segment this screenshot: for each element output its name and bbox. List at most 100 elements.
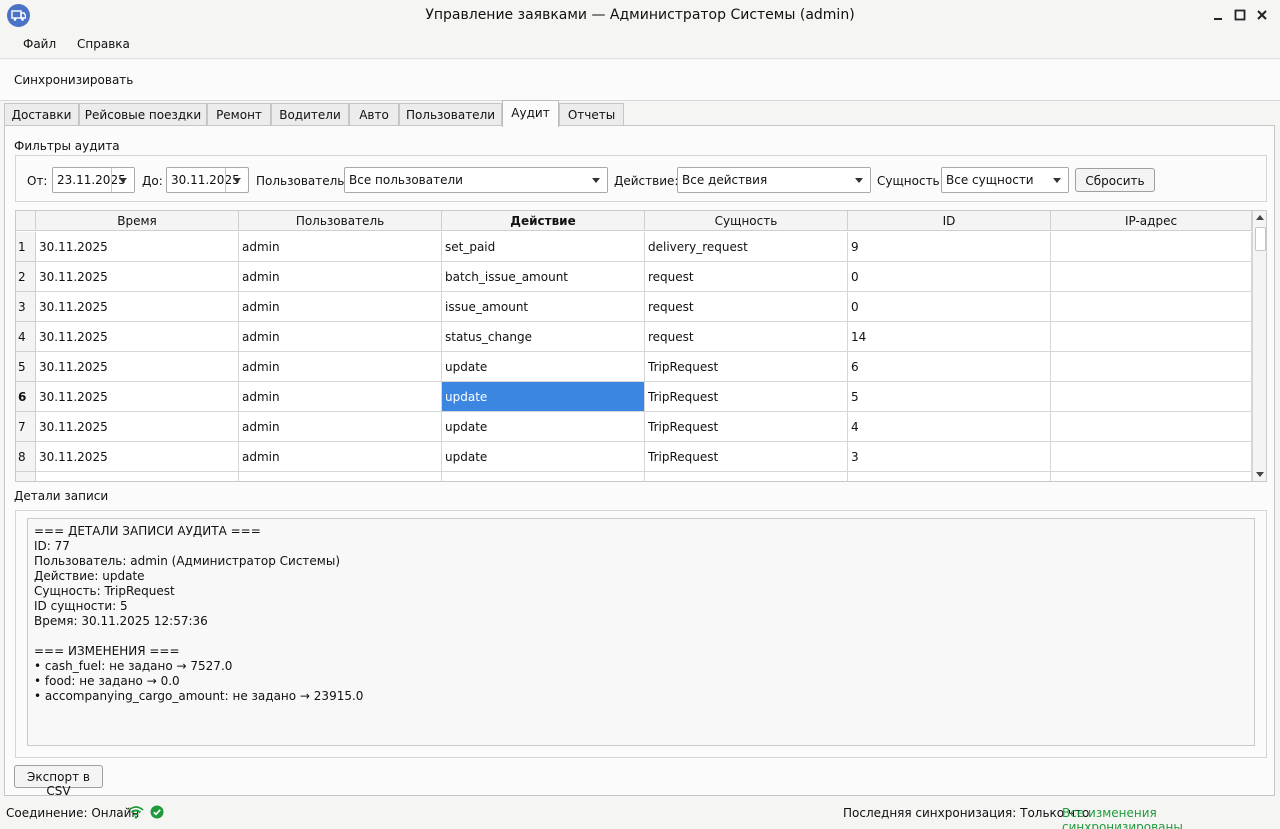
from-date-input[interactable]: 23.11.2025 — [52, 167, 135, 193]
cell-ip[interactable] — [1051, 472, 1252, 481]
row-number[interactable]: 4 — [16, 322, 36, 352]
cell-ip[interactable] — [1051, 382, 1252, 412]
row-number[interactable]: 1 — [16, 232, 36, 262]
cell-id[interactable]: 14 — [848, 322, 1051, 352]
tab-drivers[interactable]: Водители — [271, 103, 349, 126]
cell-time[interactable]: 30.11.2025 — [36, 382, 239, 412]
table-row[interactable]: 7 30.11.2025 admin update TripRequest 4 — [16, 412, 1252, 442]
cell-user[interactable]: admin — [239, 352, 442, 382]
minimize-icon[interactable] — [1210, 7, 1226, 23]
cell-time[interactable]: 30.11.2025 — [36, 262, 239, 292]
cell-entity[interactable]: request — [645, 322, 848, 352]
cell-id[interactable]: 5 — [848, 382, 1051, 412]
cell-time[interactable]: 30.11.2025 — [36, 232, 239, 262]
cell-time[interactable]: 30.11.2025 — [36, 442, 239, 472]
tab-audit[interactable]: Аудит — [502, 100, 559, 127]
menu-file[interactable]: Файл — [23, 37, 56, 51]
cell-id[interactable]: 9 — [848, 232, 1051, 262]
cell-entity[interactable]: TripRequest — [645, 382, 848, 412]
cell-time[interactable]: 30.11.2025 — [36, 322, 239, 352]
maximize-icon[interactable] — [1232, 7, 1248, 23]
cell-id[interactable]: 0 — [848, 262, 1051, 292]
table-scrollbar[interactable] — [1252, 211, 1266, 481]
cell-action[interactable]: update — [442, 472, 645, 481]
row-number[interactable]: 6 — [16, 382, 36, 412]
row-number[interactable]: 5 — [16, 352, 36, 382]
tab-cars[interactable]: Авто — [349, 103, 399, 126]
table-row[interactable]: 2 30.11.2025 admin batch_issue_amount re… — [16, 262, 1252, 292]
col-header-entity[interactable]: Сущность — [645, 211, 848, 231]
cell-ip[interactable] — [1051, 442, 1252, 472]
col-header-id[interactable]: ID — [848, 211, 1051, 231]
cell-action[interactable]: update — [442, 412, 645, 442]
chevron-down-icon[interactable] — [1053, 178, 1061, 183]
export-csv-button[interactable]: Экспорт в CSV — [14, 765, 103, 798]
to-date-input[interactable]: 30.11.2025 — [166, 167, 249, 193]
col-header-user[interactable]: Пользователь — [239, 211, 442, 231]
cell-action[interactable]: batch_issue_amount — [442, 262, 645, 292]
cell-action[interactable]: issue_amount — [442, 292, 645, 322]
table-row[interactable]: 5 30.11.2025 admin update TripRequest 6 — [16, 352, 1252, 382]
cell-action[interactable]: update — [442, 352, 645, 382]
chevron-down-icon[interactable] — [592, 178, 600, 183]
cell-user[interactable]: admin — [239, 322, 442, 352]
cell-time[interactable]: 30.11.2025 — [36, 412, 239, 442]
close-icon[interactable] — [1254, 7, 1270, 23]
cell-id[interactable]: 0 — [848, 292, 1051, 322]
cell-entity[interactable]: TripRequest — [645, 412, 848, 442]
row-number[interactable]: 2 — [16, 262, 36, 292]
cell-entity[interactable]: TripRequest — [645, 442, 848, 472]
tab-deliveries[interactable]: Доставки — [4, 103, 79, 126]
chevron-down-icon[interactable] — [119, 178, 127, 183]
user-filter-select[interactable]: Все пользователи — [344, 167, 608, 193]
cell-ip[interactable] — [1051, 232, 1252, 262]
entity-filter-select[interactable]: Все сущности — [941, 167, 1069, 193]
details-textarea[interactable]: === ДЕТАЛИ ЗАПИСИ АУДИТА === ID: 77 Поль… — [27, 518, 1255, 746]
cell-ip[interactable] — [1051, 352, 1252, 382]
cell-time[interactable]: 30.11.2025 — [36, 292, 239, 322]
table-row[interactable]: 1 30.11.2025 admin set_paid delivery_req… — [16, 232, 1252, 262]
cell-time[interactable]: 30.11.2025 — [36, 472, 239, 481]
cell-user[interactable]: admin — [239, 262, 442, 292]
cell-action[interactable]: update — [442, 442, 645, 472]
cell-ip[interactable] — [1051, 412, 1252, 442]
tab-repair[interactable]: Ремонт — [207, 103, 271, 126]
action-filter-select[interactable]: Все действия — [677, 167, 871, 193]
cell-user[interactable]: admin — [239, 442, 442, 472]
cell-ip[interactable] — [1051, 262, 1252, 292]
cell-id[interactable]: 2 — [848, 472, 1051, 481]
table-row-selected[interactable]: 6 30.11.2025 admin update TripRequest 5 — [16, 382, 1252, 412]
cell-user[interactable]: admin — [239, 232, 442, 262]
cell-time[interactable]: 30.11.2025 — [36, 352, 239, 382]
tab-trips[interactable]: Рейсовые поездки — [79, 103, 207, 126]
cell-entity[interactable]: TripRequest — [645, 352, 848, 382]
row-number[interactable]: 8 — [16, 442, 36, 472]
cell-ip[interactable] — [1051, 322, 1252, 352]
cell-id[interactable]: 6 — [848, 352, 1051, 382]
cell-id[interactable]: 4 — [848, 412, 1051, 442]
cell-entity[interactable]: delivery_request — [645, 232, 848, 262]
cell-user[interactable]: admin — [239, 472, 442, 481]
cell-entity[interactable]: request — [645, 262, 848, 292]
tab-reports[interactable]: Отчеты — [559, 103, 624, 126]
cell-entity[interactable]: TripRequest — [645, 472, 848, 481]
chevron-down-icon[interactable] — [233, 178, 241, 183]
col-header-ip[interactable]: IP-адрес — [1051, 211, 1252, 231]
row-number[interactable]: 9 — [16, 472, 36, 481]
col-header-time[interactable]: Время — [36, 211, 239, 231]
scroll-up-icon[interactable] — [1256, 215, 1264, 220]
row-number[interactable]: 7 — [16, 412, 36, 442]
reset-button[interactable]: Сбросить — [1075, 168, 1155, 192]
corner-cell[interactable] — [16, 211, 36, 231]
cell-action[interactable]: status_change — [442, 322, 645, 352]
cell-user[interactable]: admin — [239, 412, 442, 442]
cell-id[interactable]: 3 — [848, 442, 1051, 472]
table-row[interactable]: 8 30.11.2025 admin update TripRequest 3 — [16, 442, 1252, 472]
tab-users[interactable]: Пользователи — [399, 103, 502, 126]
cell-entity[interactable]: request — [645, 292, 848, 322]
table-row[interactable]: 3 30.11.2025 admin issue_amount request … — [16, 292, 1252, 322]
menu-help[interactable]: Справка — [77, 37, 130, 51]
scroll-thumb[interactable] — [1255, 227, 1266, 251]
table-row[interactable]: 9 30.11.2025 admin update TripRequest 2 — [16, 472, 1252, 481]
cell-ip[interactable] — [1051, 292, 1252, 322]
